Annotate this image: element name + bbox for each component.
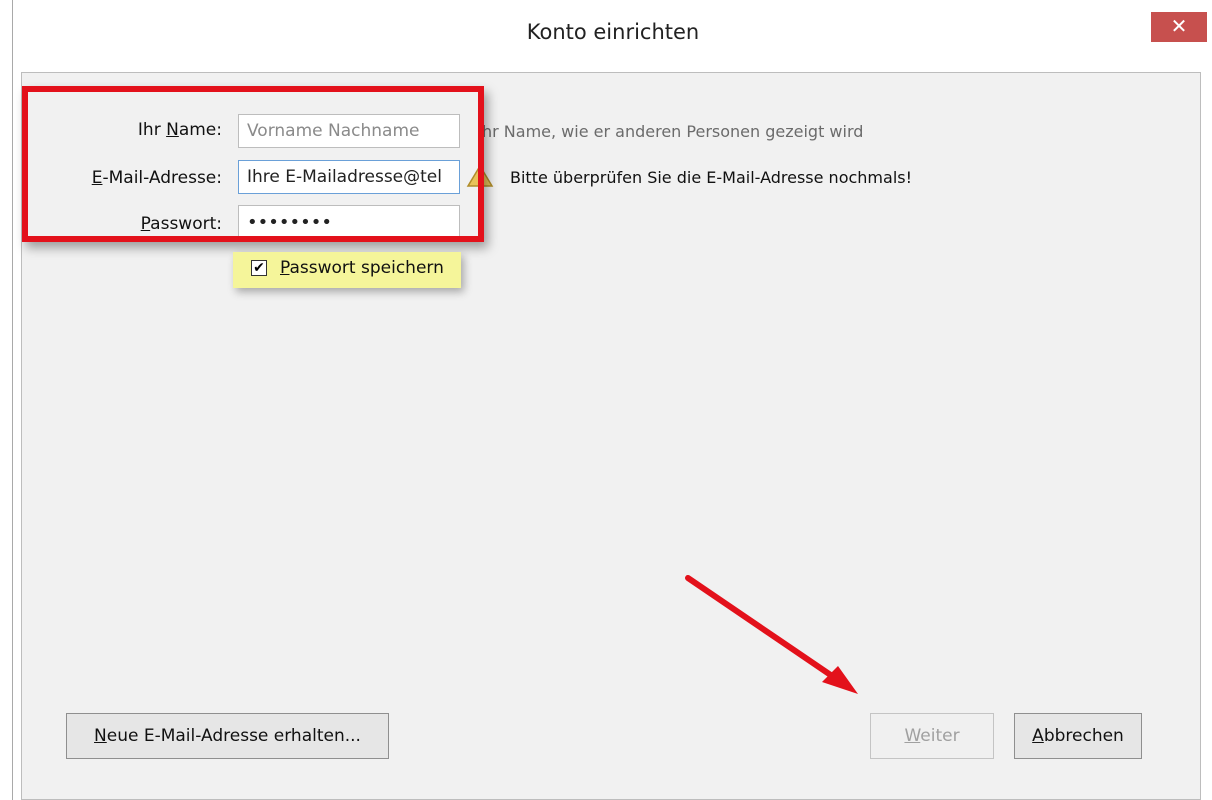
checkmark-icon: ✔	[253, 260, 265, 276]
close-icon: ✕	[1170, 14, 1188, 38]
checkbox-box[interactable]: ✔	[251, 260, 267, 276]
highlight-box	[22, 86, 484, 242]
next-button[interactable]: Weiter	[870, 713, 994, 759]
dialog-title: Konto einrichten	[526, 20, 700, 44]
email-warning: Bitte überprüfen Sie die E-Mail-Adresse …	[510, 168, 913, 187]
cancel-button[interactable]: Abbrechen	[1014, 713, 1142, 759]
arrow-annotation	[685, 575, 858, 694]
save-password-checkbox[interactable]: ✔ Passwort speichern	[233, 252, 461, 288]
close-button[interactable]: ✕	[1151, 12, 1207, 42]
new-email-address-button[interactable]: Neue E-Mail-Adresse erhalten...	[66, 713, 389, 759]
title-bar: Konto einrichten ✕	[13, 0, 1212, 72]
name-hint: hr Name, wie er anderen Personen gezeigt…	[482, 122, 864, 141]
save-password-label: Passwort speichern	[280, 258, 444, 278]
